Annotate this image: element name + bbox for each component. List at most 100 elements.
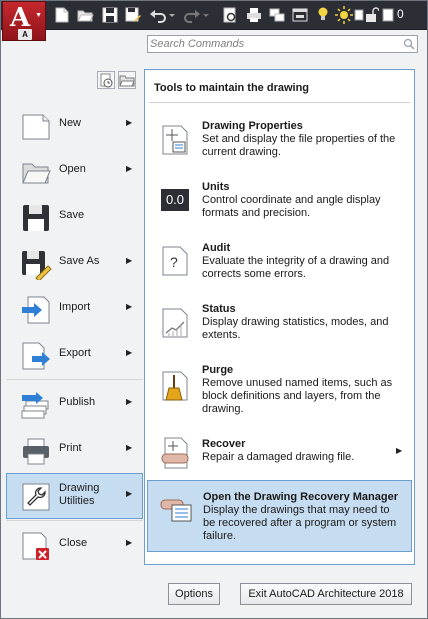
utility-recovery-manager[interactable]: Open the Drawing Recovery Manager Displa…	[147, 480, 412, 552]
search-icon[interactable]	[403, 38, 415, 50]
utility-description: Display drawing statistics, modes, and e…	[202, 316, 389, 341]
undo-icon[interactable]	[149, 6, 167, 24]
submenu-arrow-icon: ▶	[126, 443, 133, 452]
recent-documents-icon	[100, 73, 113, 88]
sun-icon[interactable]	[335, 6, 353, 24]
application-menu-button[interactable]: A ▼ A	[2, 1, 46, 41]
menu-item-save[interactable]: Save	[6, 194, 143, 240]
menu-item-label: Drawing Utilities	[59, 482, 100, 507]
current-layer-value: 0	[397, 7, 404, 21]
export-icon	[22, 342, 50, 370]
workspace-icon[interactable]	[268, 6, 286, 24]
submenu-arrow-icon: ▶	[126, 348, 133, 357]
utility-drawing-properties[interactable]: Drawing Properties Set and display the f…	[145, 120, 414, 164]
menu-item-export[interactable]: Export ▶	[6, 332, 143, 378]
status-icon	[162, 308, 188, 338]
options-button[interactable]: Options	[168, 583, 220, 605]
purge-icon	[162, 371, 188, 401]
menu-item-label: Publish	[59, 396, 96, 408]
submenu-arrow-icon: ▶	[126, 302, 133, 311]
utility-description: Evaluate the integrity of a drawing and …	[202, 255, 390, 280]
utility-status[interactable]: Status Display drawing statistics, modes…	[145, 303, 414, 347]
submenu-arrow-icon: ▶	[126, 538, 133, 547]
submenu-arrow-icon: ▶	[126, 164, 133, 173]
menu-item-import[interactable]: Import ▶	[6, 286, 143, 332]
menu-item-label: Save	[59, 209, 85, 221]
workspace-2-icon[interactable]	[291, 6, 309, 24]
units-icon: 0.0	[161, 189, 189, 211]
utility-title: Recover	[202, 438, 246, 450]
menu-item-label: Open	[59, 163, 86, 175]
new-icon[interactable]	[53, 6, 71, 24]
menu-item-open[interactable]: Open ▶	[6, 148, 143, 194]
quick-access-toolbar: 0	[1, 1, 427, 30]
wrench-icon	[22, 483, 50, 511]
utility-description: Control coordinate and angle display for…	[202, 194, 381, 219]
menu-item-close[interactable]: Close ▶	[6, 522, 143, 568]
utility-description: Repair a damaged drawing file.	[202, 451, 355, 463]
submenu-arrow-icon: ▶	[126, 397, 133, 406]
menu-item-print[interactable]: Print ▶	[6, 427, 143, 473]
import-icon	[22, 296, 50, 324]
panel-divider	[149, 102, 410, 103]
utility-units[interactable]: 0.0 Units Control coordinate and angle d…	[145, 181, 414, 225]
exit-application-button[interactable]: Exit AutoCAD Architecture 2018	[240, 583, 412, 605]
undo-dropdown-icon[interactable]	[168, 6, 176, 24]
menu-item-label: Save As	[59, 255, 100, 267]
open-folder-icon	[22, 163, 51, 184]
utility-title: Open the Drawing Recovery Manager	[203, 491, 398, 503]
utility-title: Drawing Properties	[202, 120, 303, 132]
utility-title: Audit	[202, 242, 231, 254]
unlock-icon[interactable]	[365, 6, 379, 24]
submenu-arrow-icon: ▶	[126, 489, 133, 498]
submenu-arrow-icon: ▶	[126, 118, 133, 127]
app-letter-badge: A	[18, 29, 32, 40]
layer-icon[interactable]	[354, 6, 364, 24]
menu-item-save-as[interactable]: Save As ▶	[6, 240, 143, 286]
open-documents-toggle[interactable]	[118, 71, 136, 89]
menu-item-label: Close	[59, 537, 88, 549]
utility-title: Units	[202, 181, 230, 193]
close-document-icon	[22, 532, 49, 560]
drawing-utilities-panel: Tools to maintain the drawing Drawing Pr…	[144, 69, 415, 565]
save-as-icon	[22, 251, 52, 280]
publish-icon	[21, 392, 49, 419]
drawing-properties-icon	[162, 125, 188, 155]
recovery-manager-icon	[160, 499, 192, 522]
utility-recover[interactable]: Recover Repair a damaged drawing file. ▶	[145, 437, 414, 472]
menu-item-label: Export	[59, 347, 91, 359]
utility-description: Remove unused named items, such as block…	[202, 377, 393, 415]
menu-item-publish[interactable]: Publish ▶	[6, 381, 143, 427]
application-menu-window: 0 A ▼ A New ▶ Open ▶ Save Save As ▶ Impo…	[0, 0, 428, 619]
menu-item-label: Print	[59, 442, 82, 454]
utility-description: Set and display the file properties of t…	[202, 133, 396, 158]
printer-icon	[23, 438, 49, 465]
search-commands-box[interactable]	[147, 35, 418, 53]
new-document-icon	[22, 114, 50, 140]
audit-icon: ?	[162, 246, 188, 276]
color-swatch-icon[interactable]	[382, 6, 394, 24]
menu-separator	[6, 379, 143, 380]
menu-item-drawing-utilities[interactable]: Drawing Utilities ▶	[6, 473, 143, 519]
redo-icon[interactable]	[183, 6, 201, 24]
redo-dropdown-icon[interactable]	[202, 6, 210, 24]
open-documents-icon	[119, 75, 135, 87]
lightbulb-icon[interactable]	[317, 6, 329, 24]
utility-audit[interactable]: ? Audit Evaluate the integrity of a draw…	[145, 242, 414, 286]
save-as-icon[interactable]	[124, 6, 142, 24]
plot-preview-icon[interactable]	[221, 6, 239, 24]
utility-description: Display the drawings that may need to be…	[203, 504, 397, 542]
submenu-arrow-icon: ▶	[396, 446, 403, 455]
menu-item-label: New	[59, 117, 82, 129]
menu-item-new[interactable]: New ▶	[6, 102, 143, 148]
app-dropdown-icon: ▼	[35, 12, 42, 19]
floppy-icon	[23, 205, 49, 231]
save-icon[interactable]	[101, 6, 119, 24]
recent-documents-toggle[interactable]	[97, 71, 115, 89]
utility-title: Purge	[202, 364, 234, 376]
utility-purge[interactable]: Purge Remove unused named items, such as…	[145, 364, 414, 422]
search-input[interactable]	[150, 37, 400, 51]
open-icon[interactable]	[76, 6, 94, 24]
plot-icon[interactable]	[245, 6, 263, 24]
submenu-arrow-icon: ▶	[126, 256, 133, 265]
